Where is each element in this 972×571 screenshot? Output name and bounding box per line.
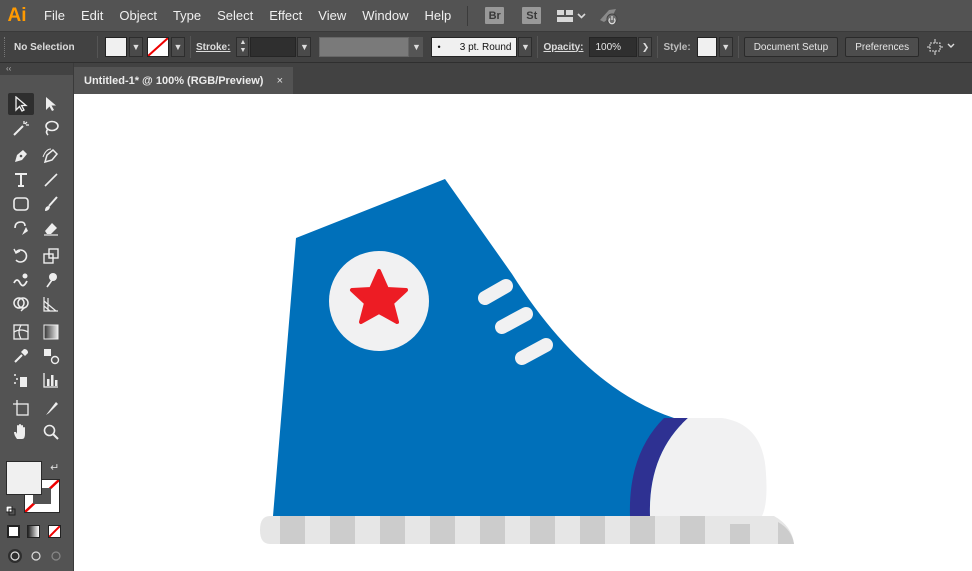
opacity-dropdown[interactable]: ❯ xyxy=(638,37,653,57)
rectangle-tool-icon[interactable] xyxy=(8,193,34,215)
arrange-documents-icon[interactable] xyxy=(556,8,586,24)
sneaker-artwork[interactable] xyxy=(74,94,972,571)
variable-width-dropdown[interactable]: ▼ xyxy=(409,37,424,57)
brush-dropdown[interactable]: ▼ xyxy=(518,37,533,57)
control-separator xyxy=(97,36,98,58)
control-bar: No Selection ▼ ▼ Stroke: ▲ ▼ ▼ ▼ • 3 pt. … xyxy=(0,31,972,63)
direct-selection-tool-icon[interactable] xyxy=(38,93,64,115)
fill-color-swatch[interactable] xyxy=(105,37,127,57)
preferences-button[interactable]: Preferences xyxy=(845,37,920,57)
warp-tool-icon[interactable] xyxy=(8,269,34,291)
artboard-canvas[interactable] xyxy=(74,94,972,571)
menu-effect[interactable]: Effect xyxy=(261,0,310,31)
draw-normal-icon[interactable] xyxy=(8,549,22,563)
menu-object[interactable]: Object xyxy=(111,0,165,31)
shape-builder-tool-icon[interactable] xyxy=(8,293,34,315)
brush-definition-field[interactable]: • 3 pt. Round xyxy=(431,37,518,57)
gpu-performance-icon[interactable] xyxy=(598,6,620,26)
eyedropper-tool-icon[interactable] xyxy=(8,345,34,367)
graphic-style-swatch[interactable] xyxy=(696,37,717,57)
magic-wand-tool-icon[interactable] xyxy=(8,117,34,139)
draw-inside-icon[interactable] xyxy=(49,549,63,563)
toolbox-collapse-button[interactable]: ‹‹ xyxy=(0,63,73,75)
document-tab[interactable]: Untitled-1* @ 100% (RGB/Preview) × xyxy=(74,67,293,94)
rotate-tool-icon[interactable] xyxy=(8,245,34,267)
stroke-weight-stepper[interactable]: ▲ ▼ xyxy=(236,37,250,57)
close-icon[interactable]: × xyxy=(277,75,283,87)
menu-view[interactable]: View xyxy=(310,0,354,31)
slice-tool-icon[interactable] xyxy=(38,397,64,419)
pen-tool-icon[interactable] xyxy=(8,145,34,167)
selection-tool-icon[interactable] xyxy=(8,93,34,115)
blend-tool-icon[interactable] xyxy=(38,345,64,367)
menu-select[interactable]: Select xyxy=(209,0,261,31)
app-logo: Ai xyxy=(7,4,27,26)
brush-dot-icon: • xyxy=(437,42,441,52)
type-tool-icon[interactable] xyxy=(8,169,34,191)
stroke-weight-field[interactable] xyxy=(250,37,297,57)
perspective-grid-tool-icon[interactable] xyxy=(38,293,64,315)
opacity-field[interactable]: 100% xyxy=(589,37,638,57)
swap-fill-stroke-icon[interactable]: ↵ xyxy=(50,461,59,474)
zoom-tool-icon[interactable] xyxy=(38,421,64,443)
document-tab-bar: Untitled-1* @ 100% (RGB/Preview) × xyxy=(74,63,972,94)
control-separator xyxy=(190,36,191,58)
gradient-mode-icon[interactable] xyxy=(27,525,40,538)
document-setup-button[interactable]: Document Setup xyxy=(743,37,839,57)
gradient-tool-icon[interactable] xyxy=(38,321,64,343)
control-bar-grip[interactable] xyxy=(4,37,10,57)
curvature-tool-icon[interactable] xyxy=(38,145,64,167)
menu-window[interactable]: Window xyxy=(354,0,416,31)
shoe-sole xyxy=(260,516,794,544)
default-fill-stroke-icon[interactable] xyxy=(5,503,16,516)
toolbox-panel: ‹‹ ↵ xyxy=(0,63,74,571)
color-mode-icon[interactable] xyxy=(7,525,20,538)
symbol-sprayer-tool-icon[interactable] xyxy=(8,369,34,391)
stroke-weight-dropdown[interactable]: ▼ xyxy=(297,37,312,57)
stroke-dropdown-arrow[interactable]: ▼ xyxy=(171,37,185,57)
fill-dropdown-arrow[interactable]: ▼ xyxy=(129,37,143,57)
menu-bar: Ai File Edit Object Type Select Effect V… xyxy=(0,0,972,31)
menu-file[interactable]: File xyxy=(34,0,73,31)
control-separator xyxy=(537,36,539,58)
opacity-label: Opacity: xyxy=(543,41,584,53)
stroke-label: Stroke: xyxy=(196,41,231,53)
fill-swatch[interactable] xyxy=(6,461,42,495)
menu-separator xyxy=(467,5,469,26)
align-to-selection-icon[interactable] xyxy=(927,38,957,56)
hand-tool-icon[interactable] xyxy=(8,421,34,443)
menu-type[interactable]: Type xyxy=(165,0,209,31)
shoe-upper xyxy=(273,179,682,516)
stock-button[interactable]: St xyxy=(522,7,542,24)
shaper-tool-icon[interactable] xyxy=(8,217,34,239)
control-separator xyxy=(657,36,659,58)
eraser-tool-icon[interactable] xyxy=(38,217,64,239)
control-separator xyxy=(737,36,739,58)
paintbrush-tool-icon[interactable] xyxy=(38,193,64,215)
scale-tool-icon[interactable] xyxy=(38,245,64,267)
variable-width-profile[interactable] xyxy=(319,37,410,57)
line-segment-tool-icon[interactable] xyxy=(38,169,64,191)
menu-help[interactable]: Help xyxy=(416,0,459,31)
style-label: Style: xyxy=(663,41,691,53)
menu-edit[interactable]: Edit xyxy=(73,0,111,31)
bridge-button[interactable]: Br xyxy=(485,7,505,24)
puppet-warp-tool-icon[interactable] xyxy=(38,269,64,291)
lasso-tool-icon[interactable] xyxy=(38,117,64,139)
brush-definition-label: 3 pt. Round xyxy=(459,41,512,53)
stroke-color-swatch[interactable] xyxy=(147,37,169,57)
column-graph-tool-icon[interactable] xyxy=(38,369,64,391)
selection-status: No Selection xyxy=(14,41,75,53)
document-tab-title: Untitled-1* @ 100% (RGB/Preview) xyxy=(84,74,264,87)
mesh-tool-icon[interactable] xyxy=(8,321,34,343)
none-mode-icon[interactable] xyxy=(48,525,61,538)
graphic-style-dropdown[interactable]: ▼ xyxy=(718,37,733,57)
draw-behind-icon[interactable] xyxy=(29,549,43,563)
artboard-tool-icon[interactable] xyxy=(8,397,34,419)
